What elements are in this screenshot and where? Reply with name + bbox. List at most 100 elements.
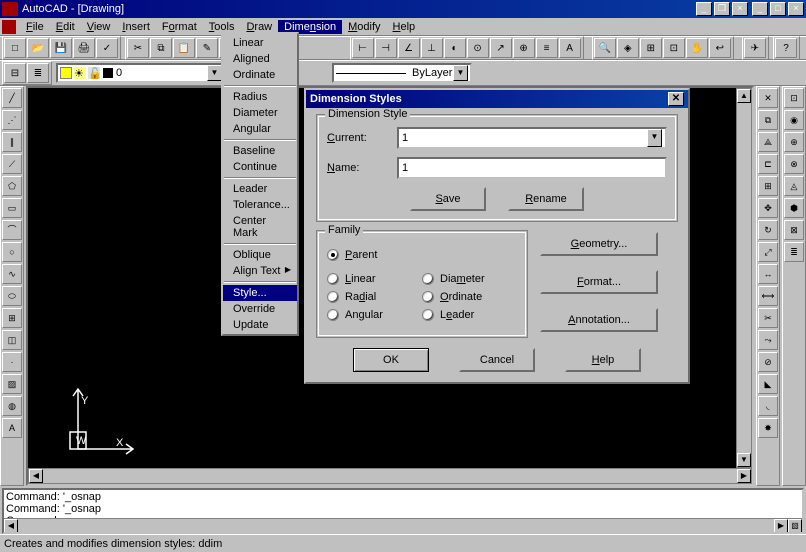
tool-open-icon[interactable]: 📂 — [27, 38, 49, 58]
tool-mirror-icon[interactable]: ⟁ — [758, 132, 778, 152]
menu-item-style-[interactable]: Style... — [223, 285, 297, 301]
tool-copyobj-icon[interactable]: ⧉ — [758, 110, 778, 130]
radio-angular[interactable] — [327, 309, 339, 321]
radio-diameter[interactable] — [422, 273, 434, 285]
tool-zoom1-icon[interactable]: 🔍 — [594, 38, 616, 58]
dropdown-arrow-icon[interactable]: ▼ — [453, 65, 468, 81]
tool-m2-icon[interactable]: ◉ — [784, 110, 804, 130]
vertical-scrollbar[interactable]: ▲ ▼ — [736, 88, 752, 468]
ok-button[interactable]: OK — [353, 348, 429, 372]
scroll-right-icon[interactable]: ▶ — [774, 519, 788, 533]
mdi-close-button[interactable]: × — [732, 2, 748, 16]
menu-item-radius[interactable]: Radius — [223, 89, 297, 105]
menu-item-ordinate[interactable]: Ordinate — [223, 67, 297, 83]
cancel-button[interactable]: Cancel — [459, 348, 535, 372]
menu-item-override[interactable]: Override — [223, 301, 297, 317]
radio-linear[interactable] — [327, 273, 339, 285]
menu-item-leader[interactable]: Leader — [223, 181, 297, 197]
menu-item-aligned[interactable]: Aligned — [223, 51, 297, 67]
tool-dim5-icon[interactable]: ◐ — [444, 38, 466, 58]
tool-zoom4-icon[interactable]: ⊡ — [663, 38, 685, 58]
tool-dim3-icon[interactable]: ∠ — [398, 38, 420, 58]
tool-polygon-icon[interactable]: ⬠ — [2, 176, 22, 196]
tool-trim-icon[interactable]: ✂ — [758, 308, 778, 328]
save-button[interactable]: Save — [410, 187, 486, 211]
tool-dim9-icon[interactable]: ≡ — [536, 38, 558, 58]
scroll-left-icon[interactable]: ◀ — [4, 519, 18, 533]
tool-hatch-icon[interactable]: ▨ — [2, 374, 22, 394]
menu-item-tolerance-[interactable]: Tolerance... — [223, 197, 297, 213]
menu-item-oblique[interactable]: Oblique — [223, 247, 297, 263]
command-line[interactable]: Command: '_osnap Command: '_osnap Comman… — [2, 488, 804, 534]
tool-text-icon[interactable]: A — [2, 418, 22, 438]
document-icon[interactable] — [2, 20, 16, 34]
menu-item-align-text[interactable]: Align Text▶ — [223, 263, 297, 279]
tool-copy-icon[interactable]: ⧉ — [150, 38, 172, 58]
tool-m6-icon[interactable]: ⬢ — [784, 198, 804, 218]
tool-paste-icon[interactable]: 📋 — [173, 38, 195, 58]
tool-m5-icon[interactable]: ◬ — [784, 176, 804, 196]
tool-ellipse-icon[interactable]: ⬭ — [2, 286, 22, 306]
tool-stretch-icon[interactable]: ↔ — [758, 264, 778, 284]
radio-leader[interactable] — [422, 309, 434, 321]
tool-pan-icon[interactable]: ✋ — [686, 38, 708, 58]
tool-circle-icon[interactable]: ○ — [2, 242, 22, 262]
tool-help-icon[interactable]: ? — [775, 38, 797, 58]
scroll-down-icon[interactable]: ▼ — [737, 453, 751, 467]
tool-insert-icon[interactable]: ⊞ — [2, 308, 22, 328]
tool-array-icon[interactable]: ⊞ — [758, 176, 778, 196]
tool-dim1-icon[interactable]: ⊢ — [352, 38, 374, 58]
tool-block-icon[interactable]: ◫ — [2, 330, 22, 350]
tool-zoom2-icon[interactable]: ◈ — [617, 38, 639, 58]
tool-point-icon[interactable]: · — [2, 352, 22, 372]
layer-combo[interactable]: ☀ 🔓 0 ▼ — [56, 63, 226, 83]
menu-item-center-mark[interactable]: Center Mark — [223, 213, 297, 241]
tool-m1-icon[interactable]: ⊡ — [784, 88, 804, 108]
tool-dim6-icon[interactable]: ⊙ — [467, 38, 489, 58]
tool-region-icon[interactable]: ◍ — [2, 396, 22, 416]
tool-save-icon[interactable]: 💾 — [50, 38, 72, 58]
tool-dim8-icon[interactable]: ⊕ — [513, 38, 535, 58]
menu-item-diameter[interactable]: Diameter — [223, 105, 297, 121]
tool-cut-icon[interactable]: ✂ — [127, 38, 149, 58]
radio-parent[interactable] — [327, 249, 339, 261]
mdi-restore-button[interactable]: ❐ — [714, 2, 730, 16]
dropdown-arrow-icon[interactable]: ▼ — [647, 129, 662, 147]
tool-spell-icon[interactable]: ✓ — [96, 38, 118, 58]
tool-m4-icon[interactable]: ⊗ — [784, 154, 804, 174]
app-close-button[interactable]: × — [788, 2, 804, 16]
menu-insert[interactable]: Insert — [116, 20, 156, 34]
app-maximize-button[interactable]: □ — [770, 2, 786, 16]
tool-move-icon[interactable]: ✥ — [758, 198, 778, 218]
menu-item-baseline[interactable]: Baseline — [223, 143, 297, 159]
geometry-button[interactable]: Geometry... — [540, 232, 658, 256]
menu-format[interactable]: Format — [156, 20, 203, 34]
tool-zoom3-icon[interactable]: ⊞ — [640, 38, 662, 58]
tool-offset-icon[interactable]: ⊏ — [758, 154, 778, 174]
tool-fillet-icon[interactable]: ◟ — [758, 396, 778, 416]
tool-aerial-icon[interactable]: ✈ — [744, 38, 766, 58]
tool-mline-icon[interactable]: ∥ — [2, 132, 22, 152]
tool-m8-icon[interactable]: ≣ — [784, 242, 804, 262]
tool-rotate-icon[interactable]: ↻ — [758, 220, 778, 240]
annotation-button[interactable]: Annotation... — [540, 308, 658, 332]
tool-erase-icon[interactable]: ✕ — [758, 88, 778, 108]
dropdown-arrow-icon[interactable]: ▼ — [207, 65, 222, 81]
tool-xline-icon[interactable]: ⋰ — [2, 110, 22, 130]
tool-dim2-icon[interactable]: ⊣ — [375, 38, 397, 58]
menu-edit[interactable]: Edit — [50, 20, 81, 34]
tool-makeobject-icon[interactable]: ⊟ — [4, 63, 26, 83]
current-style-combo[interactable]: 1 ▼ — [397, 127, 667, 149]
command-scrollbar[interactable]: ◀ ▶ ▧ — [4, 518, 802, 532]
tool-dim10-icon[interactable]: A — [559, 38, 581, 58]
tool-m3-icon[interactable]: ⊕ — [784, 132, 804, 152]
menu-help[interactable]: Help — [387, 20, 422, 34]
tool-new-icon[interactable]: □ — [4, 38, 26, 58]
dialog-close-button[interactable]: ✕ — [668, 92, 684, 106]
menu-file[interactable]: File — [20, 20, 50, 34]
mdi-minimize-button[interactable]: _ — [696, 2, 712, 16]
scroll-right-icon[interactable]: ▶ — [737, 469, 751, 483]
tool-arc-icon[interactable]: ⌒ — [2, 220, 22, 240]
horizontal-scrollbar[interactable]: ◀ ▶ — [28, 468, 752, 484]
tool-lengthen-icon[interactable]: ⟷ — [758, 286, 778, 306]
